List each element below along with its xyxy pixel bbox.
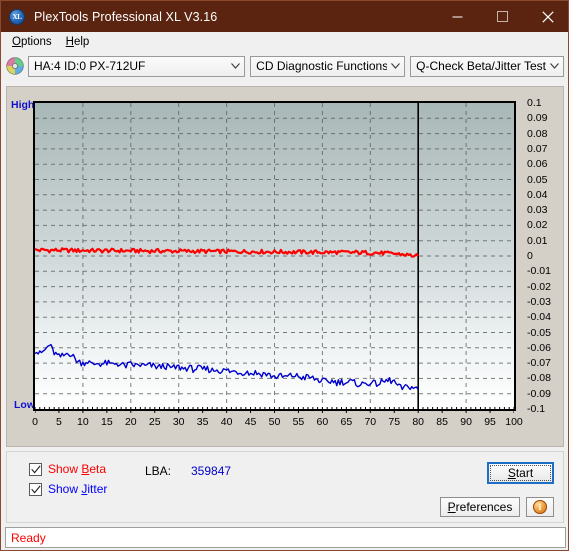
xl-logo-icon: XL <box>9 8 25 25</box>
function-select-value: CD Diagnostic Functions <box>256 59 388 73</box>
lba-value: 359847 <box>191 464 232 478</box>
x-tick-label: 20 <box>124 416 137 428</box>
maximize-button[interactable] <box>480 1 525 32</box>
x-tick-label: 25 <box>148 416 161 428</box>
plot-area <box>33 101 516 411</box>
y-tick-label: -0.04 <box>527 311 551 324</box>
x-tick-label: 5 <box>56 416 62 428</box>
y-tick-label: 0.05 <box>527 173 548 186</box>
show-jitter-label: Show Jitter <box>48 482 108 496</box>
chart-panel: High Low 0.1 0.09 0.08 0.07 0.06 0.05 0.04 0.03… <box>6 86 564 447</box>
x-tick-label: 80 <box>412 416 425 428</box>
x-tick-label: 95 <box>484 416 496 428</box>
menu-bar: Options Help <box>1 32 568 52</box>
preferences-button[interactable]: Preferences <box>440 497 520 517</box>
lba-label: LBA: <box>145 464 172 478</box>
x-tick-label: 85 <box>436 416 448 428</box>
y-tick-label: -0.09 <box>527 387 551 400</box>
y-tick-label: 0.08 <box>527 127 548 140</box>
x-tick-label: 75 <box>388 416 401 428</box>
check-icon <box>30 485 41 493</box>
y-tick-label: -0.02 <box>527 280 551 293</box>
maximize-icon <box>497 11 508 22</box>
test-select[interactable]: Q-Check Beta/Jitter Test <box>410 55 564 77</box>
y-tick-label: -0.08 <box>527 372 551 385</box>
x-tick-label: 50 <box>268 416 281 428</box>
x-tick-label: 70 <box>364 416 377 428</box>
status-bar: Ready <box>5 527 566 548</box>
plextools-window: XL PlexTools Professional XL V3.16 Optio… <box>0 0 569 551</box>
x-tick-label: 65 <box>340 416 353 428</box>
check-icon <box>30 465 41 473</box>
controls-panel: Show Beta Show Jitter LBA: 359847 Start … <box>6 451 564 523</box>
start-button-label: Start <box>489 464 552 482</box>
y-tick-label: 0.01 <box>527 234 548 247</box>
y-tick-label: 0.02 <box>527 219 548 232</box>
show-beta-checkbox[interactable]: Show Beta <box>29 462 106 476</box>
x-axis-tick-labels: 0 5 10 15 20 25 30 35 40 45 50 55 60 65 70 75 80 85 90 95 10… <box>32 416 523 432</box>
toolbar: HA:4 ID:0 PX-712UF CD Diagnostic Functio… <box>1 52 568 80</box>
y-tick-label: -0.03 <box>527 295 551 308</box>
optical-disc-icon <box>6 57 24 75</box>
show-beta-label: Show Beta <box>48 462 107 476</box>
x-tick-label: 30 <box>172 416 185 428</box>
y-tick-label: -0.1 <box>527 403 546 415</box>
y-tick-label: 0.07 <box>527 142 548 155</box>
x-tick-label: 60 <box>316 416 329 428</box>
y-tick-label: 0.06 <box>527 158 548 171</box>
title-bar: XL PlexTools Professional XL V3.16 <box>1 1 568 32</box>
y-tick-label: -0.01 <box>527 265 551 278</box>
y-axis-high-label: High <box>11 99 35 111</box>
x-tick-label: 15 <box>101 416 113 428</box>
y-tick-label: -0.07 <box>527 357 551 370</box>
y-tick-label: 0.03 <box>527 204 548 217</box>
close-icon <box>541 10 554 23</box>
chevron-down-icon <box>387 63 404 69</box>
x-tick-label: 10 <box>77 416 89 428</box>
drive-select[interactable]: HA:4 ID:0 PX-712UF <box>28 55 246 77</box>
menu-help[interactable]: Help <box>59 34 97 50</box>
beta-jitter-plot <box>35 103 514 409</box>
info-button[interactable]: i <box>526 497 554 517</box>
start-button[interactable]: Start <box>487 462 554 484</box>
preferences-button-label: Preferences <box>447 500 513 514</box>
y-axis-low-label: Low <box>14 399 35 411</box>
minimize-icon <box>452 16 463 18</box>
y-tick-label: 0.1 <box>527 97 542 109</box>
x-tick-label: 90 <box>460 416 472 428</box>
status-text: Ready <box>11 530 46 545</box>
y-tick-label: 0 <box>527 250 533 262</box>
minimize-button[interactable] <box>435 1 480 32</box>
window-title: PlexTools Professional XL V3.16 <box>34 9 218 24</box>
x-tick-label: 0 <box>32 416 38 428</box>
y-tick-label: 0.04 <box>527 188 548 201</box>
x-tick-label: 55 <box>292 416 305 428</box>
x-tick-label: 100 <box>505 416 523 428</box>
test-select-value: Q-Check Beta/Jitter Test <box>416 59 546 73</box>
close-button[interactable] <box>525 1 568 32</box>
menu-options[interactable]: Options <box>5 34 59 50</box>
chevron-down-icon <box>546 63 563 69</box>
checkbox-box <box>29 482 42 496</box>
y-tick-label: -0.05 <box>527 326 551 339</box>
x-tick-label: 35 <box>196 416 209 428</box>
info-icon: i <box>533 500 547 514</box>
show-jitter-checkbox[interactable]: Show Jitter <box>29 482 107 496</box>
checkbox-box <box>29 462 42 476</box>
drive-select-value: HA:4 ID:0 PX-712UF <box>34 59 146 73</box>
x-tick-label: 40 <box>220 416 233 428</box>
function-select[interactable]: CD Diagnostic Functions <box>250 55 406 77</box>
y-tick-label: -0.06 <box>527 341 551 354</box>
x-tick-label: 45 <box>244 416 257 428</box>
y-tick-label: 0.09 <box>527 112 548 125</box>
chevron-down-icon <box>227 63 244 69</box>
x-axis-ticks <box>35 407 514 413</box>
